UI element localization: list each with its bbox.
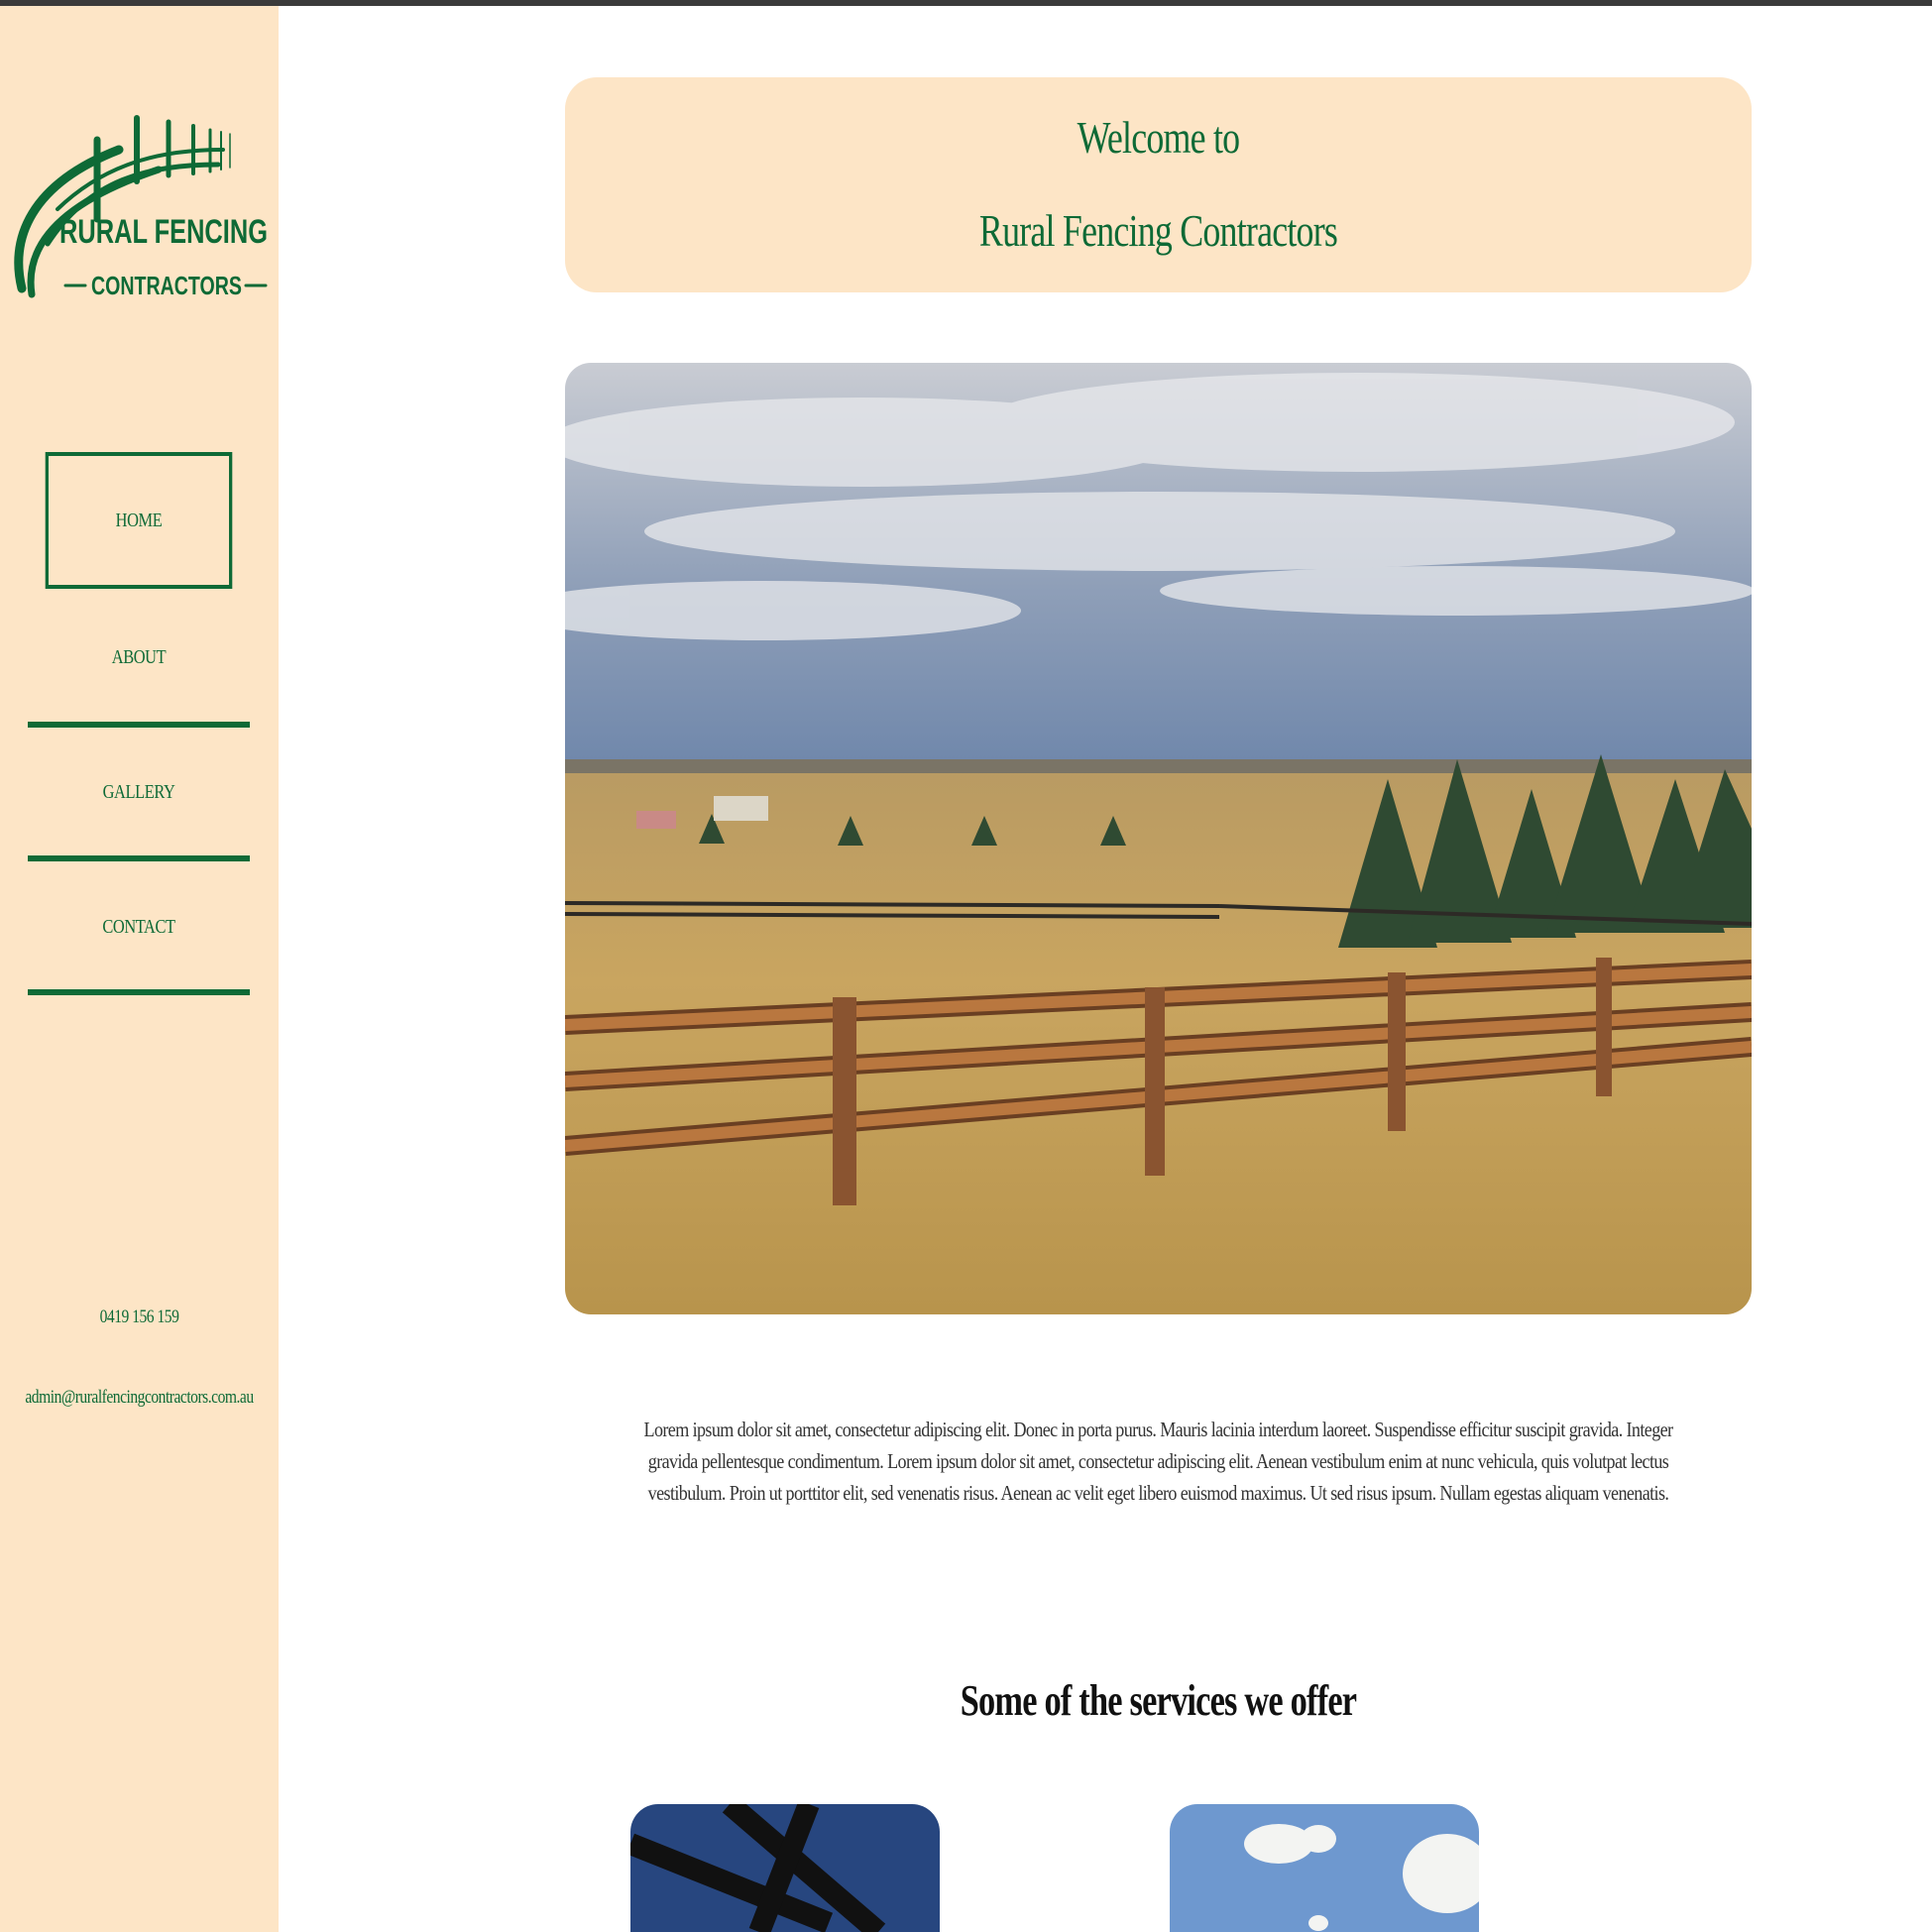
nav-contact-link[interactable]: CONTACT xyxy=(46,858,233,995)
nav-home-link[interactable]: HOME xyxy=(45,452,233,589)
site-logo[interactable]: RURAL FENCING CONTRACTORS xyxy=(10,110,270,300)
service-card-image[interactable] xyxy=(1170,1804,1479,1932)
welcome-banner: Welcome to Rural Fencing Contractors xyxy=(565,77,1752,292)
email-address[interactable]: admin@ruralfencingcontractors.com.au xyxy=(25,1387,254,1409)
logo-text-line1: RURAL FENCING xyxy=(59,213,268,251)
welcome-heading-line1: Welcome to xyxy=(1077,112,1240,163)
intro-paragraph: Lorem ipsum dolor sit amet, consectetur … xyxy=(643,1418,1674,1505)
nav-contact-label: CONTACT xyxy=(102,915,175,938)
sidebar: RURAL FENCING CONTRACTORS HOME ABOUT GAL… xyxy=(0,6,279,1932)
logo-text-line2: CONTRACTORS xyxy=(91,271,242,298)
welcome-heading-line2: Rural Fencing Contractors xyxy=(978,205,1338,256)
nav-home-label: HOME xyxy=(115,509,163,531)
nav-divider xyxy=(28,989,250,995)
nav-gallery-label: GALLERY xyxy=(102,780,175,803)
fence-logo-icon: RURAL FENCING CONTRACTORS xyxy=(14,115,268,300)
nav-gallery-link[interactable]: GALLERY xyxy=(46,724,233,860)
hero-image-rural-fence xyxy=(565,363,1752,1314)
nav-about-label: ABOUT xyxy=(111,645,167,668)
browser-top-bar xyxy=(0,0,1932,6)
services-heading: Some of the services we offer xyxy=(960,1676,1357,1725)
service-card-image[interactable] xyxy=(630,1804,940,1932)
nav-about-link[interactable]: ABOUT xyxy=(46,589,233,726)
phone-number[interactable]: 0419 156 159 xyxy=(25,1307,253,1328)
